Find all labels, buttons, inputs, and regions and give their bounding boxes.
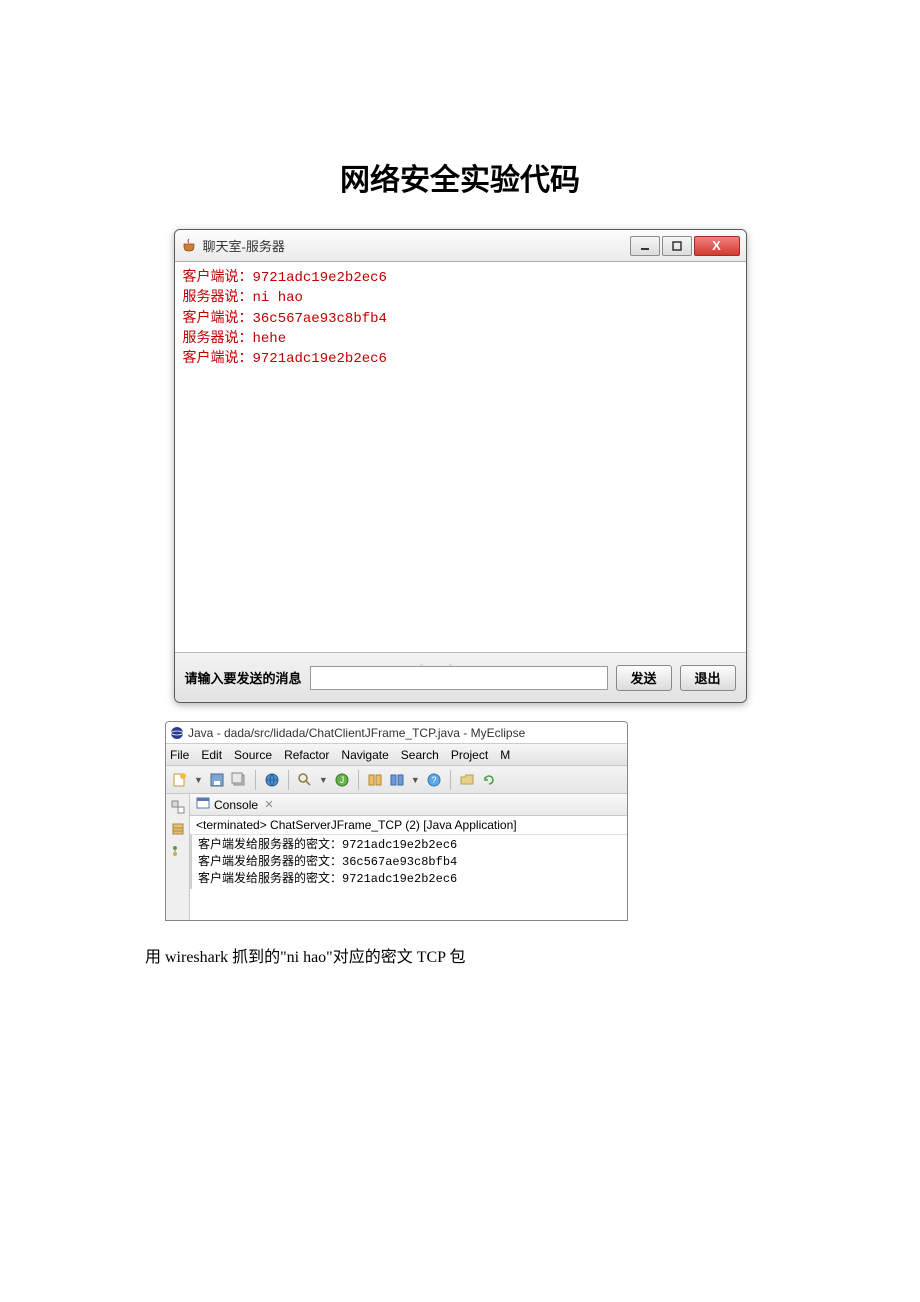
- refresh-icon[interactable]: [481, 772, 497, 788]
- help-icon[interactable]: ?: [426, 772, 442, 788]
- send-button[interactable]: 发送: [616, 665, 672, 691]
- menu-refactor[interactable]: Refactor: [284, 748, 329, 762]
- chat-message: 客户端说：36c567ae93c8bfb4: [183, 309, 738, 329]
- menu-source[interactable]: Source: [234, 748, 272, 762]
- nav-back-icon[interactable]: [367, 772, 383, 788]
- menu-navigate[interactable]: Navigate: [341, 748, 388, 762]
- console-line: 客户端发给服务器的密文：36c567ae93c8bfb4: [198, 854, 621, 871]
- exit-button[interactable]: 退出: [680, 665, 736, 691]
- nav-forward-icon[interactable]: [389, 772, 405, 788]
- dropdown-arrow-icon[interactable]: ▼: [194, 775, 203, 785]
- menu-file[interactable]: File: [170, 748, 189, 762]
- hierarchy-icon[interactable]: [171, 844, 185, 858]
- chat-window: 聊天室-服务器 X 客户端说：9721adc19e2b2ec6 服务器说：ni …: [174, 229, 747, 703]
- svg-text:?: ?: [431, 775, 436, 785]
- open-type-icon[interactable]: J: [334, 772, 350, 788]
- chat-window-title: 聊天室-服务器: [203, 236, 628, 255]
- ide-titlebar: Java - dada/src/lidada/ChatClientJFrame_…: [166, 722, 627, 744]
- console-tab-label: Console: [214, 798, 258, 812]
- console-icon: [196, 796, 210, 813]
- console-output: 客户端发给服务器的密文：9721adc19e2b2ec6 客户端发给服务器的密文…: [190, 835, 627, 889]
- chat-message: 服务器说：hehe: [183, 329, 738, 349]
- close-button[interactable]: X: [694, 236, 740, 256]
- chat-message: 服务器说：ni hao: [183, 288, 738, 308]
- menu-project[interactable]: Project: [451, 748, 488, 762]
- new-icon[interactable]: [172, 772, 188, 788]
- chat-messages-area: 客户端说：9721adc19e2b2ec6 服务器说：ni hao 客户端说：3…: [175, 262, 746, 652]
- java-cup-icon: [181, 238, 197, 254]
- ide-title: Java - dada/src/lidada/ChatClientJFrame_…: [188, 726, 525, 740]
- eclipse-icon: [170, 726, 184, 740]
- ide-menubar: File Edit Source Refactor Navigate Searc…: [166, 744, 627, 766]
- console-line: 客户端发给服务器的密文：9721adc19e2b2ec6: [198, 837, 621, 854]
- dropdown-arrow-icon[interactable]: ▼: [411, 775, 420, 785]
- package-explorer-icon[interactable]: [171, 822, 185, 836]
- maximize-button[interactable]: [662, 236, 692, 256]
- save-icon[interactable]: [209, 772, 225, 788]
- globe-icon[interactable]: [264, 772, 280, 788]
- message-input[interactable]: [310, 666, 608, 690]
- menu-more[interactable]: M: [500, 748, 510, 762]
- folder-icon[interactable]: [459, 772, 475, 788]
- chat-titlebar: 聊天室-服务器 X: [175, 230, 746, 262]
- ide-sidebar: [166, 794, 190, 920]
- ide-toolbar: ▼ ▼ J ▼ ?: [166, 766, 627, 794]
- chat-message: 客户端说：9721adc19e2b2ec6: [183, 268, 738, 288]
- search-icon[interactable]: [297, 772, 313, 788]
- input-label: 请输入要发送的消息: [185, 668, 302, 687]
- menu-search[interactable]: Search: [401, 748, 439, 762]
- chat-message: 客户端说：9721adc19e2b2ec6: [183, 349, 738, 369]
- console-tab[interactable]: Console ✕: [190, 794, 627, 816]
- close-tab-icon[interactable]: ✕: [262, 798, 276, 812]
- restore-view-icon[interactable]: [171, 800, 185, 814]
- body-paragraph: 用 wireshark 抓到的"ni hao"对应的密文 TCP 包: [145, 943, 920, 967]
- chat-footer: www.bdocx.com 请输入要发送的消息 发送 退出: [175, 652, 746, 702]
- menu-edit[interactable]: Edit: [201, 748, 222, 762]
- ide-window: Java - dada/src/lidada/ChatClientJFrame_…: [165, 721, 628, 921]
- console-terminated-status: <terminated> ChatServerJFrame_TCP (2) [J…: [190, 816, 627, 835]
- page-title: 网络安全实验代码: [0, 0, 920, 229]
- console-line: 客户端发给服务器的密文：9721adc19e2b2ec6: [198, 871, 621, 888]
- dropdown-arrow-icon[interactable]: ▼: [319, 775, 328, 785]
- svg-text:J: J: [340, 775, 345, 785]
- save-all-icon[interactable]: [231, 772, 247, 788]
- minimize-button[interactable]: [630, 236, 660, 256]
